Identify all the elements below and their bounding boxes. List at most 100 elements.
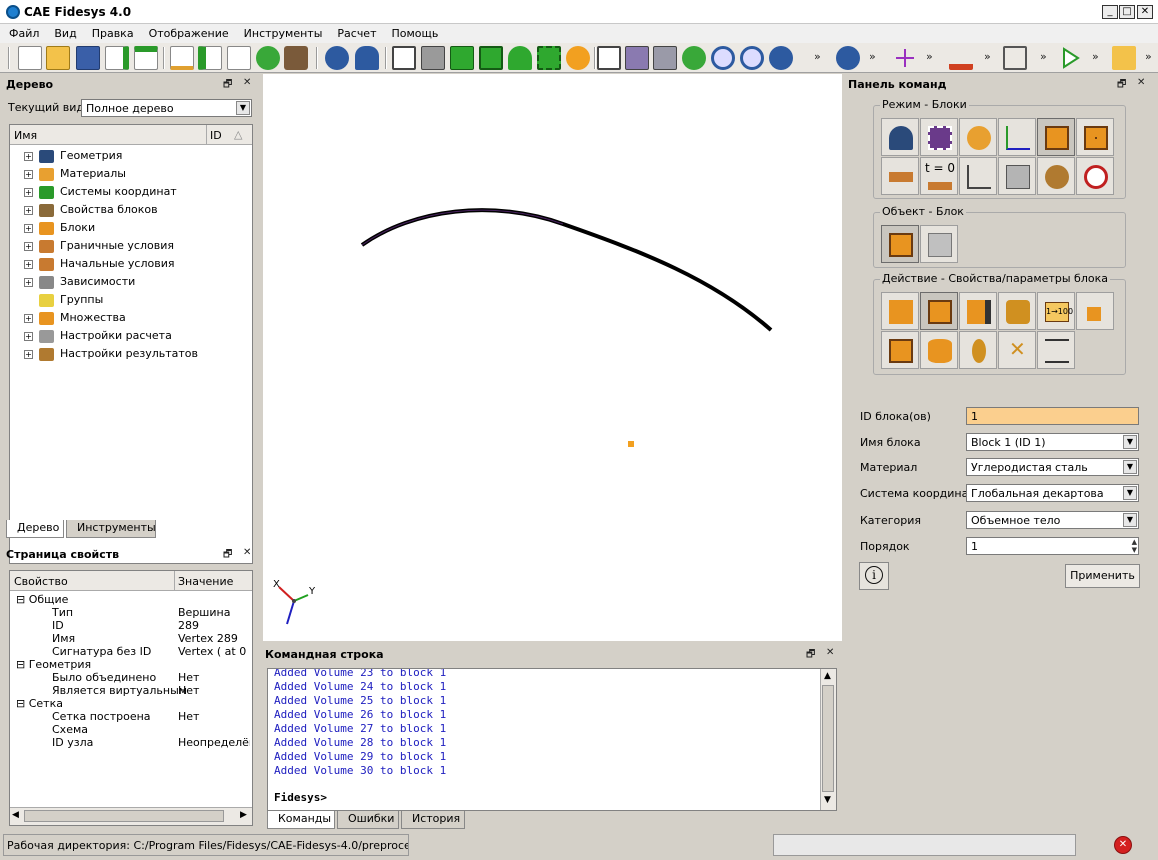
vertical-scrollbar[interactable]: ▲ ▼ <box>820 669 836 810</box>
close-button[interactable]: ✕ <box>1137 5 1153 19</box>
expand-icon[interactable]: + <box>24 151 33 161</box>
globe-view-icon[interactable] <box>769 46 793 70</box>
property-name[interactable]: Имя <box>52 632 75 645</box>
expand-icon[interactable]: + <box>24 331 33 341</box>
toolbar-overflow-icon[interactable]: » <box>869 50 876 63</box>
clipping-icon[interactable] <box>653 46 677 70</box>
property-name[interactable]: Сетка построена <box>52 710 151 723</box>
expand-icon[interactable]: + <box>24 241 33 251</box>
tab-tools[interactable]: Инструменты <box>66 520 156 538</box>
tree-item[interactable]: + Начальные условия <box>24 255 174 273</box>
toolbar-overflow-icon[interactable]: » <box>926 50 933 63</box>
zoom-in-icon[interactable] <box>711 46 735 70</box>
toolbar-overflow-icon[interactable]: » <box>984 50 991 63</box>
action-award-button[interactable] <box>959 331 997 369</box>
close-panel-icon[interactable]: ✕ <box>243 77 251 88</box>
toolbar-overflow-icon[interactable]: » <box>1040 50 1047 63</box>
menu-tools[interactable]: Инструменты <box>235 24 329 43</box>
tree-item[interactable]: + Материалы <box>24 165 126 183</box>
undo-icon[interactable] <box>355 46 379 70</box>
error-stop-icon[interactable]: ✕ <box>1114 836 1132 854</box>
action-create-button[interactable] <box>881 292 919 330</box>
scroll-left-icon[interactable]: ◀ <box>12 810 19 820</box>
expand-icon[interactable]: + <box>24 205 33 215</box>
expand-icon[interactable]: + <box>24 349 33 359</box>
tools-icon[interactable] <box>284 46 308 70</box>
property-name[interactable]: Является виртуальным <box>52 684 187 697</box>
zoom-out-icon[interactable] <box>740 46 764 70</box>
tree-item[interactable]: + Множества <box>24 309 126 327</box>
shaded-edges-icon[interactable] <box>479 46 503 70</box>
toolbar-overflow-icon[interactable]: » <box>1145 50 1152 63</box>
save-icon[interactable] <box>76 46 100 70</box>
order-spinbox[interactable]: 1 ▲ ▼ <box>966 537 1139 555</box>
float-icon[interactable]: 🗗 <box>223 547 232 564</box>
mode-results-button[interactable] <box>1037 157 1075 195</box>
geometry-display-icon[interactable] <box>508 46 532 70</box>
apply-button[interactable]: Применить <box>1065 564 1140 588</box>
float-icon[interactable]: 🗗 <box>1117 77 1126 94</box>
tree-item[interactable]: + Граничные условия <box>24 237 174 255</box>
edit-script-icon[interactable] <box>170 46 194 70</box>
collapse-icon[interactable]: ⊟ <box>16 593 29 606</box>
tree-item[interactable]: + Геометрия <box>24 147 122 165</box>
sort-icon[interactable] <box>1112 46 1136 70</box>
pause-icon[interactable] <box>256 46 280 70</box>
tree-item[interactable]: + Настройки расчета <box>24 327 172 345</box>
material-select[interactable]: Углеродистая сталь ▼ <box>966 458 1139 476</box>
action-fill-button[interactable] <box>998 292 1036 330</box>
mode-calc-button[interactable] <box>998 157 1036 195</box>
scroll-up-icon[interactable]: ▲ <box>824 671 831 681</box>
id-script-icon[interactable] <box>227 46 251 70</box>
mode-bc-button[interactable] <box>881 157 919 195</box>
mode-geometry-button[interactable] <box>881 118 919 156</box>
tab-history[interactable]: История <box>401 811 465 829</box>
info-button[interactable]: i <box>859 562 889 590</box>
mode-dependency-button[interactable] <box>959 157 997 195</box>
action-cylinder-button[interactable] <box>920 331 958 369</box>
select-box-icon[interactable] <box>1003 46 1027 70</box>
mode-blocks-button[interactable] <box>1037 118 1075 156</box>
properties-grid[interactable]: Свойство Значение ⊟ Общие Тип Вершина ID 289… <box>9 570 253 826</box>
action-list-block-button[interactable] <box>1076 292 1114 330</box>
action-delete-button[interactable]: ✕ <box>998 331 1036 369</box>
users-icon[interactable] <box>836 46 860 70</box>
property-name[interactable]: Тип <box>52 606 73 619</box>
float-icon[interactable]: 🗗 <box>806 647 815 664</box>
scroll-down-icon[interactable]: ▼ <box>824 795 831 805</box>
category-select[interactable]: Объемное тело ▼ <box>966 511 1139 529</box>
col-name-header[interactable]: Имя <box>14 129 37 142</box>
refresh-icon[interactable] <box>682 46 706 70</box>
mode-ic-button[interactable]: t = 0 <box>920 157 958 195</box>
load-icon[interactable] <box>949 46 973 70</box>
view-select[interactable]: Полное дерево ▼ <box>81 99 252 117</box>
tree-item[interactable]: Группы <box>24 291 103 309</box>
menu-help[interactable]: Помощь <box>383 24 445 43</box>
property-group[interactable]: ⊟ Геометрия <box>16 658 91 671</box>
expand-icon[interactable]: + <box>24 259 33 269</box>
menu-calc[interactable]: Расчет <box>328 24 382 43</box>
undo-history-icon[interactable] <box>325 46 349 70</box>
action-split-button[interactable] <box>881 331 919 369</box>
mode-material-button[interactable] <box>959 118 997 156</box>
open-file-icon[interactable] <box>46 46 70 70</box>
menu-file[interactable]: Файл <box>0 24 45 43</box>
tab-commands[interactable]: Команды <box>267 811 335 829</box>
run-calc-icon[interactable] <box>1058 46 1082 70</box>
property-name[interactable]: Схема <box>52 723 88 736</box>
action-list-button[interactable] <box>1037 331 1075 369</box>
block-name-select[interactable]: Block 1 (ID 1) ▼ <box>966 433 1139 451</box>
mode-mesh-button[interactable] <box>920 118 958 156</box>
toolbar-overflow-icon[interactable]: » <box>1092 50 1099 63</box>
maximize-button[interactable]: □ <box>1119 5 1135 19</box>
console-prompt[interactable]: Fidesys> <box>274 791 327 805</box>
close-panel-icon[interactable]: ✕ <box>243 547 251 558</box>
object-block-calc-button[interactable] <box>920 225 958 263</box>
expand-icon[interactable]: + <box>24 169 33 179</box>
property-group[interactable]: ⊟ Общие <box>16 593 68 606</box>
tab-tree[interactable]: Дерево <box>6 520 64 538</box>
export-icon[interactable] <box>134 46 158 70</box>
minimize-button[interactable]: _ <box>1102 5 1118 19</box>
action-renumber-button[interactable]: 1→100 <box>1037 292 1075 330</box>
curve-geometry[interactable] <box>360 208 773 332</box>
